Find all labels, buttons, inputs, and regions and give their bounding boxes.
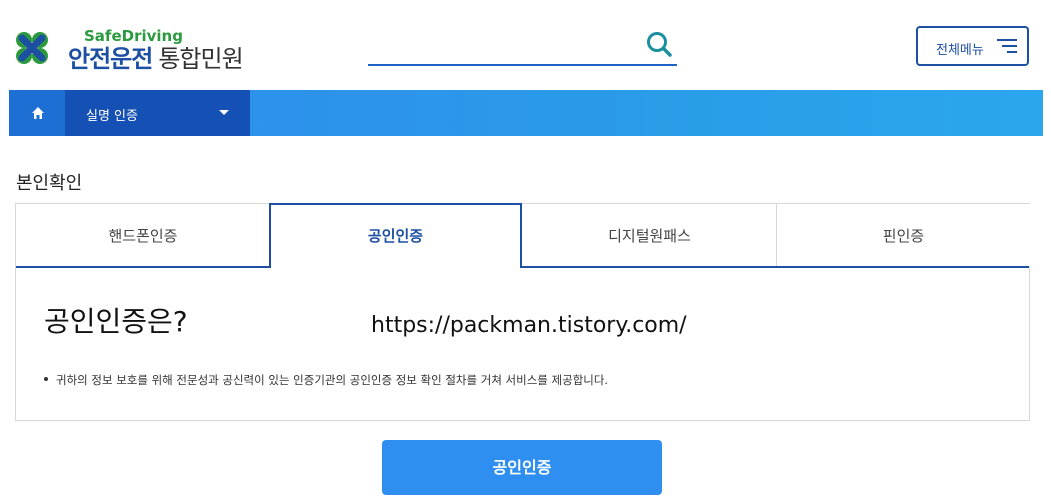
- logo-title: 안전운전 통합민원: [68, 39, 244, 74]
- home-button[interactable]: [9, 90, 65, 136]
- certificate-auth-button[interactable]: 공인인증: [382, 440, 662, 495]
- watermark-url: https://packman.tistory.com/: [371, 313, 687, 338]
- home-icon: [32, 107, 44, 119]
- tab-digital-onepass[interactable]: 디지털원패스: [522, 204, 777, 268]
- search-bar: [368, 26, 677, 66]
- location-dropdown-label: 실명 인증: [86, 109, 138, 124]
- tab-certificate-auth[interactable]: 공인인증: [269, 203, 522, 268]
- tab-content-panel: 공인인증은? https://packman.tistory.com/ 귀하의 …: [15, 266, 1030, 421]
- logo-title-primary: 안전운전: [68, 45, 153, 73]
- chevron-down-icon: [219, 110, 229, 115]
- bullet-dot-icon: [44, 376, 48, 381]
- page-title: 본인확인: [16, 173, 83, 194]
- info-bullet: 귀하의 정보 보호를 위해 전문성과 공신력이 있는 인증기관의 공인인증 정보…: [44, 372, 608, 388]
- search-icon[interactable]: [645, 30, 673, 58]
- location-bar: 실명 인증: [9, 90, 1043, 136]
- logo-mark-icon: [16, 32, 48, 64]
- logo-title-secondary: 통합민원: [158, 45, 243, 73]
- info-bullet-text: 귀하의 정보 보호를 위해 전문성과 공신력이 있는 인증기관의 공인인증 정보…: [56, 373, 609, 387]
- tab-pin-auth[interactable]: 핀인증: [777, 204, 1030, 268]
- content-title: 공인인증은?: [44, 305, 188, 338]
- search-input[interactable]: [368, 30, 628, 60]
- auth-tabs: 핸드폰인증 공인인증 디지털원패스 핀인증: [15, 203, 1030, 268]
- hamburger-icon: [997, 39, 1017, 54]
- tab-phone-auth[interactable]: 핸드폰인증: [16, 204, 270, 268]
- logo[interactable]: SafeDriving 안전운전 통합민원: [15, 27, 275, 74]
- full-menu-button[interactable]: 전체메뉴: [916, 26, 1029, 66]
- location-dropdown[interactable]: 실명 인증: [65, 90, 250, 136]
- full-menu-label: 전체메뉴: [936, 43, 984, 58]
